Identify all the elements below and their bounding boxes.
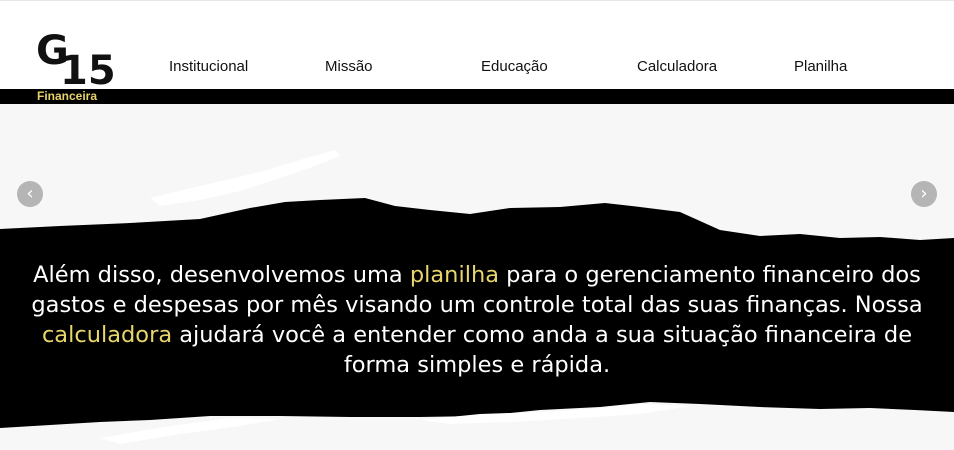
carousel: ‹ › Além disso, desenvolvemos uma planil… — [0, 104, 954, 450]
highlight-calculadora: calculadora — [41, 322, 173, 348]
nav-item-institucional[interactable]: Institucional — [169, 58, 248, 76]
header-divider-bar — [0, 89, 954, 104]
chevron-left-icon: ‹ — [26, 183, 34, 204]
highlight-planilha: planilha — [409, 262, 499, 288]
nav-item-educacao[interactable]: Educação — [481, 58, 548, 76]
logo-subtitle: Financeira — [37, 89, 98, 103]
slide-text-part3: ajudará você a entender como anda a sua … — [172, 322, 913, 378]
slide-text: Além disso, desenvolvemos uma planilha p… — [14, 260, 940, 380]
nav-item-planilha[interactable]: Planilha — [794, 58, 847, 76]
slide-text-part1: Além disso, desenvolvemos uma — [33, 262, 410, 288]
carousel-next-button[interactable]: › — [911, 181, 937, 207]
logo-number: 15 — [60, 48, 116, 94]
nav-item-missao[interactable]: Missão — [325, 58, 373, 76]
chevron-right-icon: › — [920, 183, 928, 204]
nav-item-calculadora[interactable]: Calculadora — [637, 58, 717, 76]
site-header: G 15 Financeira Institucional Missão Edu… — [0, 0, 954, 103]
carousel-prev-button[interactable]: ‹ — [17, 181, 43, 207]
